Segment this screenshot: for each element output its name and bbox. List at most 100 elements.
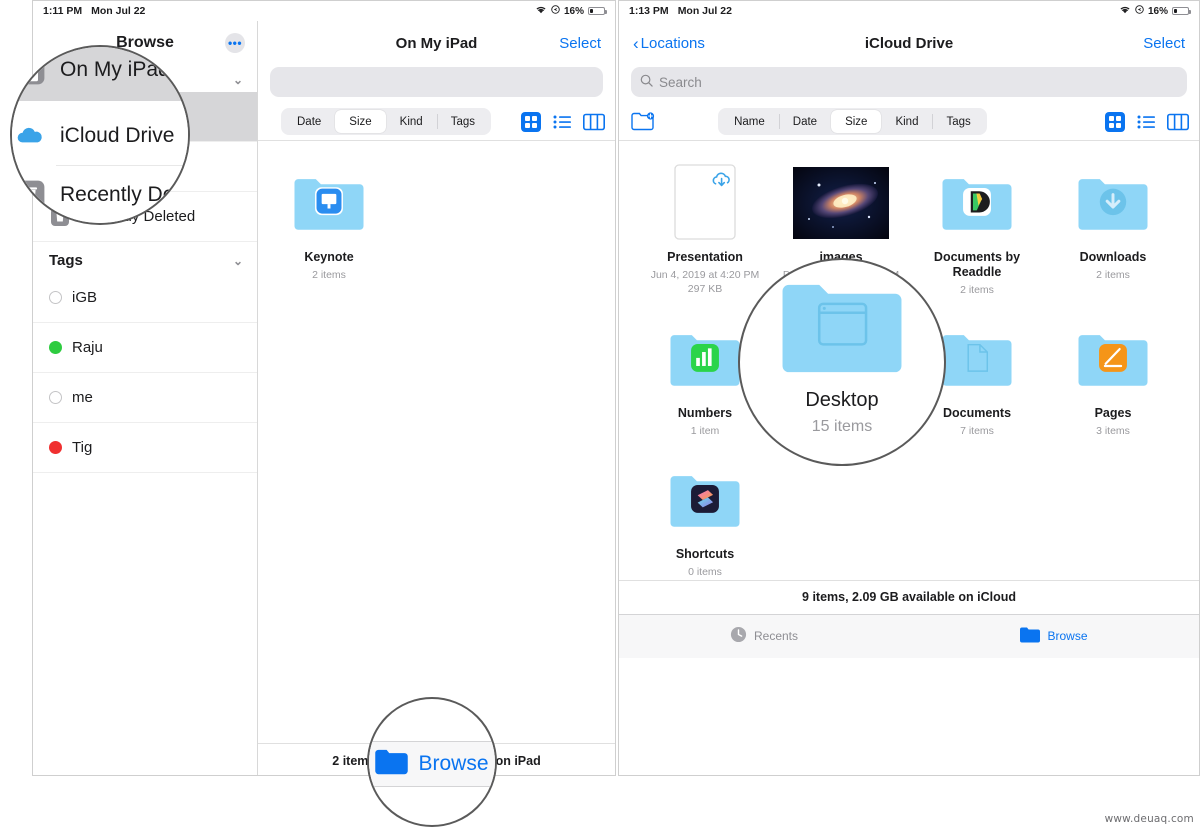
watermark: www.deuaq.com — [1104, 813, 1194, 825]
nav-bar-left: On My iPad Select — [258, 21, 615, 65]
wifi-icon — [1119, 5, 1131, 17]
file-item[interactable]: Downloads 2 items — [1049, 163, 1177, 297]
back-button[interactable]: ‹ Locations — [633, 35, 705, 52]
nav-bar-right: ‹ Locations iCloud Drive Select — [619, 21, 1199, 65]
sidebar-tag-igb[interactable]: iGB — [33, 273, 257, 323]
file-subtitle: 1 item — [690, 425, 720, 438]
document-cloud-icon — [656, 163, 754, 243]
sort-option-tags[interactable]: Tags — [932, 110, 984, 133]
folder-downloads-icon — [1064, 163, 1162, 243]
sort-option-date[interactable]: Date — [778, 110, 831, 133]
folder-icon — [1020, 627, 1041, 646]
sidebar-tag-me[interactable]: me — [33, 373, 257, 423]
select-button[interactable]: Select — [559, 35, 601, 52]
tab-browse[interactable]: Browse — [909, 627, 1199, 646]
magnified-tab-label: Browse — [418, 752, 489, 775]
file-subtitle: 7 items — [960, 425, 994, 438]
magnified-file-subtitle: 15 items — [811, 418, 873, 435]
file-subtitle: 2 items — [312, 269, 346, 281]
magnified-item-recently-deleted[interactable]: Recently Deleted — [12, 166, 190, 223]
status-time: 1:11 PM — [43, 5, 83, 17]
sort-option-size[interactable]: Size — [831, 110, 882, 133]
status-line-right: 9 items, 2.09 GB available on iCloud — [619, 579, 1199, 614]
sort-option-tags[interactable]: Tags — [436, 110, 489, 133]
search-input[interactable]: Search — [631, 67, 1187, 97]
tags-group-label: Tags — [49, 252, 83, 269]
battery-percent: 16% — [1147, 5, 1168, 17]
magnified-item-on-my-ipad[interactable]: On My iPad — [12, 47, 188, 101]
view-toggle-group — [521, 111, 605, 132]
column-view-icon[interactable] — [583, 112, 605, 132]
status-time: 1:13 PM — [629, 5, 669, 17]
file-item[interactable]: Shortcuts 0 items — [641, 460, 769, 579]
tag-color-dot — [49, 341, 62, 354]
view-toggle-group — [1104, 111, 1189, 132]
desktop-folder-magnifier: Desktop 15 items — [738, 258, 946, 466]
tab-label: Browse — [1047, 629, 1088, 644]
file-item[interactable]: Pages 3 items — [1049, 319, 1177, 438]
search-input[interactable] — [270, 67, 603, 97]
file-name: Shortcuts — [675, 547, 735, 562]
folder-shortcuts-icon — [656, 460, 754, 540]
select-button[interactable]: Select — [1143, 35, 1185, 52]
page-title: iCloud Drive — [864, 34, 954, 52]
tab-label: Recents — [753, 629, 799, 644]
folder-icon — [375, 749, 409, 780]
tag-color-dot — [49, 391, 62, 404]
chevron-down-icon[interactable]: ⌄ — [233, 254, 243, 268]
file-subtitle: 3 items — [1096, 425, 1130, 438]
search-bar-wrap-left — [258, 65, 615, 103]
grid-view-icon[interactable] — [1104, 111, 1125, 132]
battery-icon — [1172, 7, 1191, 15]
sidebar-tag-label: iGB — [72, 289, 98, 306]
more-options-button[interactable]: ••• — [225, 33, 245, 53]
grid-view-icon[interactable] — [521, 111, 541, 132]
sidebar-tag-label: Tig — [72, 439, 93, 456]
new-folder-icon[interactable] — [631, 111, 655, 132]
sort-option-name[interactable]: Name — [720, 110, 779, 133]
location-arrow-icon — [551, 5, 560, 17]
ipad-icon — [14, 54, 46, 86]
magnified-item-icloud-drive[interactable]: iCloud Drive — [12, 107, 188, 165]
list-view-icon[interactable] — [552, 112, 572, 132]
folder-readdle-icon — [928, 163, 1026, 243]
search-icon — [640, 74, 653, 90]
trash-icon — [14, 179, 46, 211]
search-placeholder: Search — [659, 74, 702, 90]
list-view-icon[interactable] — [1136, 112, 1156, 132]
file-subtitle: 2 items — [1096, 269, 1130, 281]
folder-pages-icon — [1064, 319, 1162, 399]
sort-option-kind[interactable]: Kind — [881, 110, 932, 133]
clock-icon — [730, 626, 747, 646]
magnified-tab-browse[interactable]: Browse — [369, 741, 495, 787]
tab-recents[interactable]: Recents — [619, 626, 909, 646]
sort-option-kind[interactable]: Kind — [386, 110, 437, 133]
sort-segmented-control[interactable]: Date Size Kind Tags — [281, 108, 491, 135]
screenshot-canvas: 1:11 PM Mon Jul 22 16% Browse ••• ⌄ Tags… — [0, 0, 1200, 831]
location-arrow-icon — [1135, 5, 1144, 17]
chevron-left-icon: ‹ — [633, 33, 639, 53]
file-item[interactable]: Keynote 2 items — [280, 163, 378, 282]
sort-option-size[interactable]: Size — [335, 110, 386, 133]
sidebar-tag-tig[interactable]: Tig — [33, 423, 257, 473]
column-view-icon[interactable] — [1166, 112, 1189, 132]
tab-bar-right: Recents Browse — [619, 613, 1199, 658]
search-bar-wrap-right: Search — [619, 65, 1199, 103]
folder-keynote-icon — [280, 163, 378, 243]
sidebar-tag-raju[interactable]: Raju — [33, 323, 257, 373]
folder-desktop-icon — [780, 276, 904, 381]
file-subtitle: 0 items — [688, 566, 722, 579]
sort-option-date[interactable]: Date — [283, 110, 335, 133]
image-thumbnail-galaxy — [792, 163, 890, 243]
sort-segmented-control[interactable]: Name Date Size Kind Tags — [718, 108, 987, 135]
sidebar-tag-label: me — [72, 389, 93, 406]
tag-color-dot — [49, 441, 62, 454]
chevron-down-icon[interactable]: ⌄ — [233, 73, 243, 87]
tags-group-header[interactable]: Tags ⌄ — [33, 242, 257, 273]
magnified-item-label: Recently Deleted — [60, 183, 190, 206]
file-name: Keynote — [304, 250, 354, 264]
magnified-file-item-desktop[interactable]: Desktop 15 items — [740, 276, 944, 436]
sidebar-locations-magnifier: On My iPad iCloud Drive Recently Deleted — [10, 45, 190, 225]
icloud-icon — [14, 120, 46, 152]
magnified-item-label: On My iPad — [60, 58, 170, 81]
